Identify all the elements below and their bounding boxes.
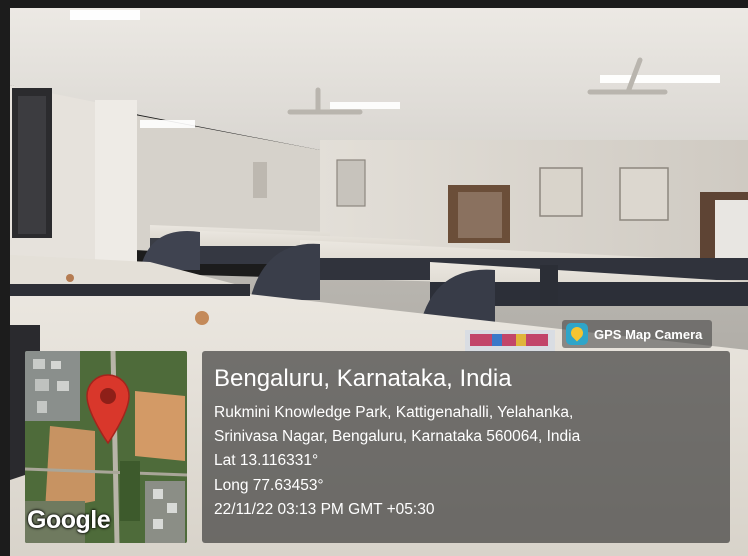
google-mark: Google: [27, 506, 111, 534]
gps-map-camera-label: GPS Map Camera: [594, 326, 703, 342]
photo-frame: GPS Map Camera Google Bengaluru, Karnata…: [0, 0, 748, 556]
address-line-2: Srinivasa Nagar, Bengaluru, Karnataka 56…: [214, 428, 581, 446]
latitude-text: Lat 13.116331°: [214, 452, 319, 470]
gps-map-camera-badge: GPS Map Camera: [562, 320, 713, 348]
timestamp-text: 22/11/22 03:13 PM GMT +05:30: [214, 500, 435, 518]
map-thumbnail: Google: [25, 351, 187, 543]
map-pin-icon: [86, 374, 130, 445]
gps-map-camera-icon: [566, 323, 588, 345]
location-city: Bengaluru, Karnataka, India: [214, 365, 512, 392]
location-info-panel: Bengaluru, Karnataka, India Rukmini Know…: [202, 351, 730, 543]
address-line-1: Rukmini Knowledge Park, Kattigenahalli, …: [214, 404, 574, 421]
longitude-text: Long 77.63453°: [214, 476, 324, 494]
